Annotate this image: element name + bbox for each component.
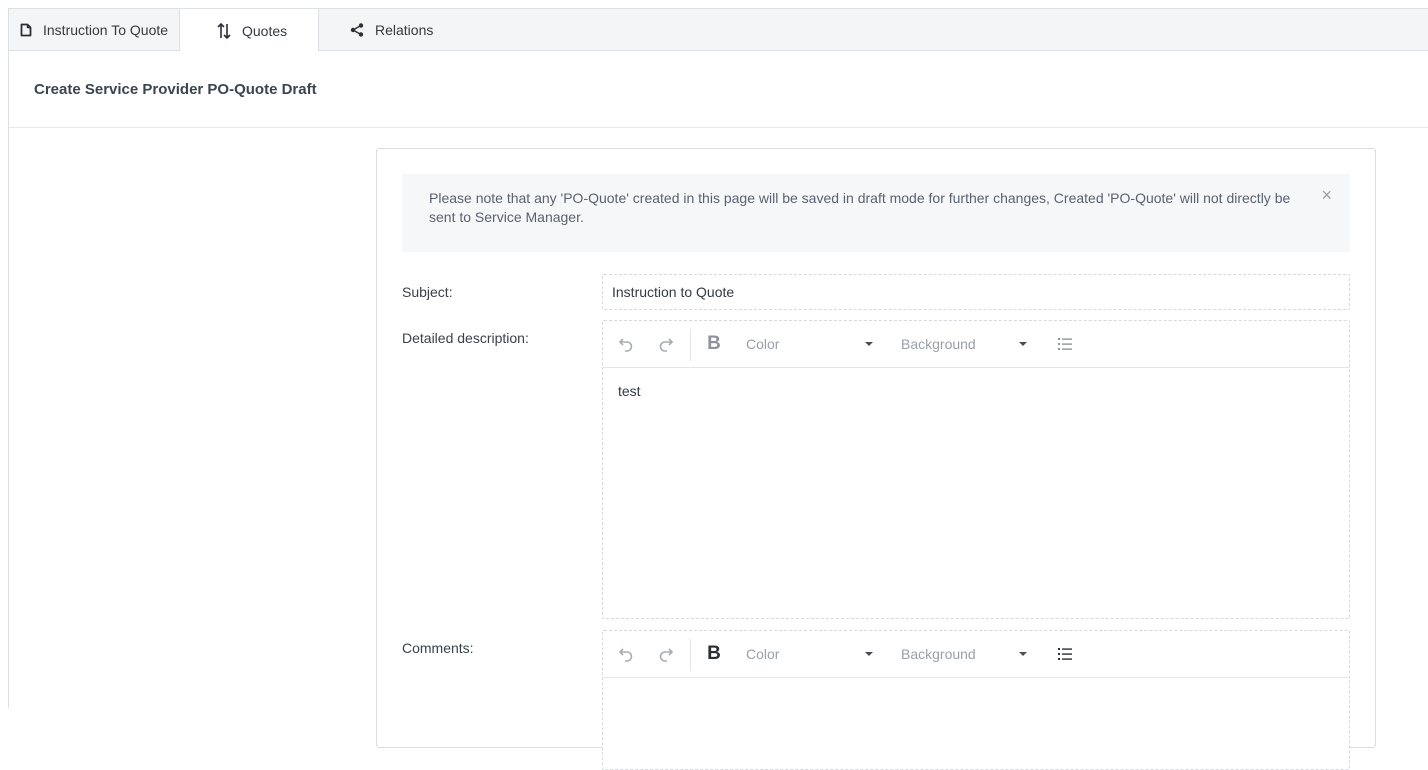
tab-label: Quotes: [242, 22, 288, 39]
share-icon: [349, 22, 365, 38]
draft-notice: Please note that any 'PO-Quote' created …: [402, 174, 1350, 252]
main-frame: Instruction To Quote Quotes Relations Cr…: [8, 8, 1428, 770]
chevron-down-icon[interactable]: [865, 342, 873, 346]
background-color-select[interactable]: Background: [901, 321, 1031, 367]
chevron-down-icon[interactable]: [865, 652, 873, 656]
editor-toolbar: B Color Background: [603, 321, 1349, 368]
list-icon[interactable]: [1053, 321, 1077, 367]
tab-quotes[interactable]: Quotes: [179, 9, 319, 52]
comments-editor[interactable]: B Color Background: [602, 630, 1350, 770]
subject-input[interactable]: Instruction to Quote: [602, 274, 1350, 310]
undo-icon[interactable]: [613, 631, 639, 677]
background-color-select[interactable]: Background: [901, 631, 1031, 677]
page-header: Create Service Provider PO-Quote Draft: [9, 51, 1428, 128]
bold-button[interactable]: B: [703, 631, 725, 677]
background-label: Background: [901, 646, 976, 662]
description-editor[interactable]: B Color Background test: [602, 320, 1350, 619]
redo-icon[interactable]: [653, 321, 679, 367]
tab-bar: Instruction To Quote Quotes Relations: [9, 9, 1428, 52]
po-quote-form-card: Please note that any 'PO-Quote' created …: [376, 148, 1376, 770]
close-icon[interactable]: ×: [1321, 186, 1332, 204]
bold-button[interactable]: B: [703, 321, 725, 367]
subject-label: Subject:: [402, 284, 453, 300]
description-content[interactable]: test: [603, 368, 1349, 414]
tab-instruction-to-quote[interactable]: Instruction To Quote: [19, 9, 168, 51]
color-label: Color: [746, 336, 780, 352]
page-title: Create Service Provider PO-Quote Draft: [34, 81, 317, 98]
background-label: Background: [901, 336, 976, 352]
sort-arrows-icon: [216, 21, 232, 41]
description-label: Detailed description:: [402, 330, 529, 346]
tab-label: Relations: [375, 22, 434, 38]
subject-value: Instruction to Quote: [612, 284, 735, 300]
editor-toolbar: B Color Background: [603, 631, 1349, 678]
chevron-down-icon[interactable]: [1019, 652, 1027, 656]
undo-icon[interactable]: [613, 321, 639, 367]
toolbar-separator: [690, 329, 691, 361]
chevron-down-icon[interactable]: [1019, 342, 1027, 346]
list-icon[interactable]: [1053, 631, 1077, 677]
document-icon: [19, 23, 33, 37]
tab-relations[interactable]: Relations: [349, 9, 433, 51]
tab-label: Instruction To Quote: [43, 22, 169, 38]
color-label: Color: [746, 646, 780, 662]
comments-label: Comments:: [402, 640, 474, 656]
toolbar-separator: [690, 639, 691, 671]
notice-text: Please note that any 'PO-Quote' created …: [429, 190, 1291, 225]
text-color-select[interactable]: Color: [746, 321, 876, 367]
text-color-select[interactable]: Color: [746, 631, 876, 677]
comments-content[interactable]: [603, 678, 1349, 708]
redo-icon[interactable]: [653, 631, 679, 677]
